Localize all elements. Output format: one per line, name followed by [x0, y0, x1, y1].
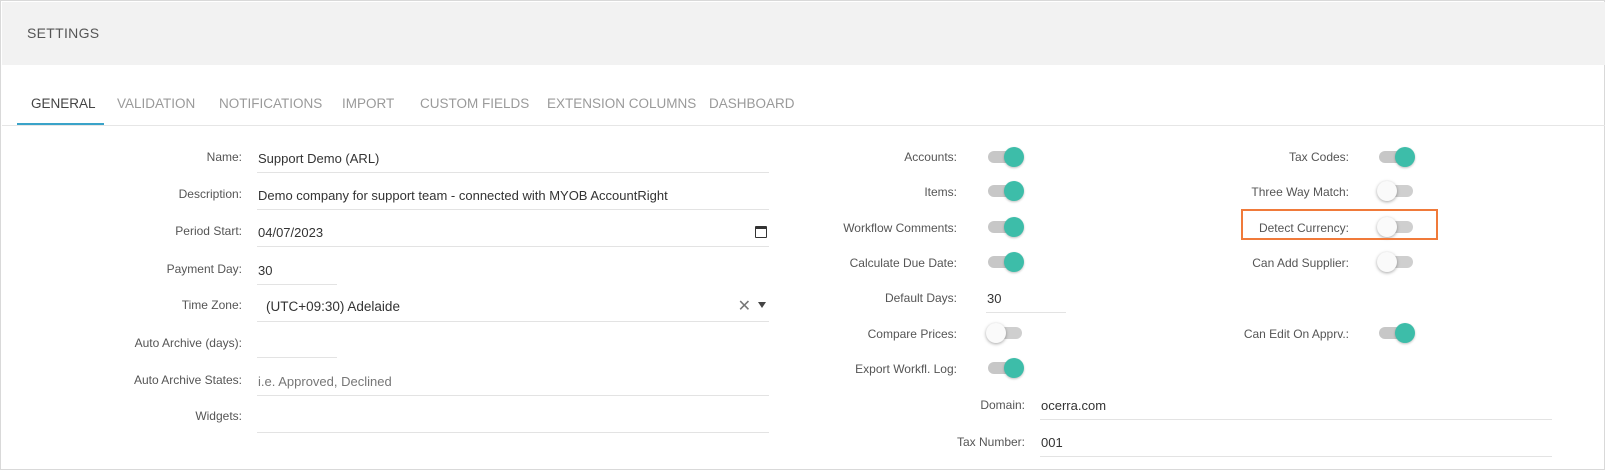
tax-number-field[interactable]: 001 [1040, 431, 1552, 457]
name-label: Name: [206, 150, 242, 164]
compare-prices-label: Compare Prices: [867, 327, 957, 341]
time-zone-value: (UTC+09:30) Adelaide [266, 299, 400, 314]
tab-validation[interactable]: VALIDATION [117, 96, 195, 111]
tab-general[interactable]: GENERAL [31, 96, 96, 111]
domain-value: ocerra.com [1041, 398, 1107, 413]
calculate-due-date-label: Calculate Due Date: [849, 256, 957, 270]
tab-dashboard[interactable]: DASHBOARD [709, 96, 795, 111]
tab-custom-fields[interactable]: CUSTOM FIELDS [420, 96, 529, 111]
accounts-label: Accounts: [904, 150, 957, 164]
compare-prices-toggle[interactable] [986, 321, 1024, 345]
auto-archive-days-label: Auto Archive (days): [134, 336, 242, 350]
items-label: Items: [924, 185, 957, 199]
description-label: Description: [178, 187, 242, 201]
page-title: SETTINGS [27, 25, 100, 41]
caret-down-icon[interactable] [758, 302, 766, 308]
three-way-match-toggle[interactable] [1377, 179, 1415, 203]
tax-codes-toggle[interactable] [1377, 145, 1415, 169]
workflow-comments-toggle[interactable] [986, 215, 1024, 239]
export-workflow-log-label: Export Workfl. Log: [855, 362, 957, 376]
domain-label: Domain: [980, 398, 1025, 412]
clear-icon[interactable]: ✕ [738, 296, 751, 316]
auto-archive-days-field[interactable] [257, 332, 337, 358]
auto-archive-states-placeholder: i.e. Approved, Declined [258, 374, 392, 389]
calendar-icon[interactable] [755, 226, 767, 238]
workflow-comments-label: Workflow Comments: [843, 221, 957, 235]
items-toggle[interactable] [986, 179, 1024, 203]
period-start-label: Period Start: [175, 224, 242, 238]
calculate-due-date-toggle[interactable] [986, 250, 1024, 274]
payment-day-value: 30 [258, 263, 273, 278]
export-workflow-log-toggle[interactable] [986, 356, 1024, 380]
header-bar: SETTINGS [2, 2, 1605, 65]
name-value: Support Demo (ARL) [258, 151, 380, 166]
description-value: Demo company for support team - connecte… [258, 188, 668, 203]
accounts-toggle[interactable] [986, 145, 1024, 169]
payment-day-label: Payment Day: [166, 262, 242, 276]
auto-archive-states-field[interactable]: i.e. Approved, Declined [257, 370, 769, 396]
payment-day-field[interactable]: 30 [257, 259, 337, 285]
can-edit-on-approval-toggle[interactable] [1377, 321, 1415, 345]
widgets-label: Widgets: [195, 409, 242, 423]
can-add-supplier-label: Can Add Supplier: [1252, 256, 1349, 270]
domain-field[interactable]: ocerra.com [1040, 394, 1552, 420]
default-days-field[interactable]: 30 [986, 287, 1066, 313]
time-zone-label: Time Zone: [181, 298, 242, 312]
three-way-match-label: Three Way Match: [1251, 185, 1349, 199]
tab-extension-columns[interactable]: EXTENSION COLUMNS [547, 96, 696, 111]
time-zone-select[interactable]: (UTC+09:30) Adelaide ✕ [257, 294, 769, 322]
auto-archive-states-label: Auto Archive States: [133, 373, 242, 387]
period-start-field[interactable]: 04/07/2023 [257, 221, 769, 247]
period-start-value: 04/07/2023 [258, 225, 324, 240]
widgets-field[interactable] [257, 407, 769, 433]
can-add-supplier-toggle[interactable] [1377, 250, 1415, 274]
tax-number-value: 001 [1041, 435, 1063, 450]
default-days-value: 30 [987, 291, 1002, 306]
settings-window: SETTINGS GENERAL VALIDATION NOTIFICATION… [0, 0, 1605, 470]
active-tab-indicator [17, 123, 104, 125]
tab-bar: GENERAL VALIDATION NOTIFICATIONS IMPORT … [2, 65, 1605, 126]
description-field[interactable]: Demo company for support team - connecte… [257, 184, 769, 210]
can-edit-on-approval-label: Can Edit On Apprv.: [1243, 327, 1349, 341]
tab-import[interactable]: IMPORT [342, 96, 394, 111]
name-field[interactable]: Support Demo (ARL) [257, 147, 769, 173]
tax-codes-label: Tax Codes: [1288, 150, 1349, 164]
tab-notifications[interactable]: NOTIFICATIONS [219, 96, 322, 111]
tax-number-label: Tax Number: [956, 435, 1025, 449]
detect-currency-highlight [1241, 209, 1438, 240]
default-days-label: Default Days: [884, 291, 957, 305]
